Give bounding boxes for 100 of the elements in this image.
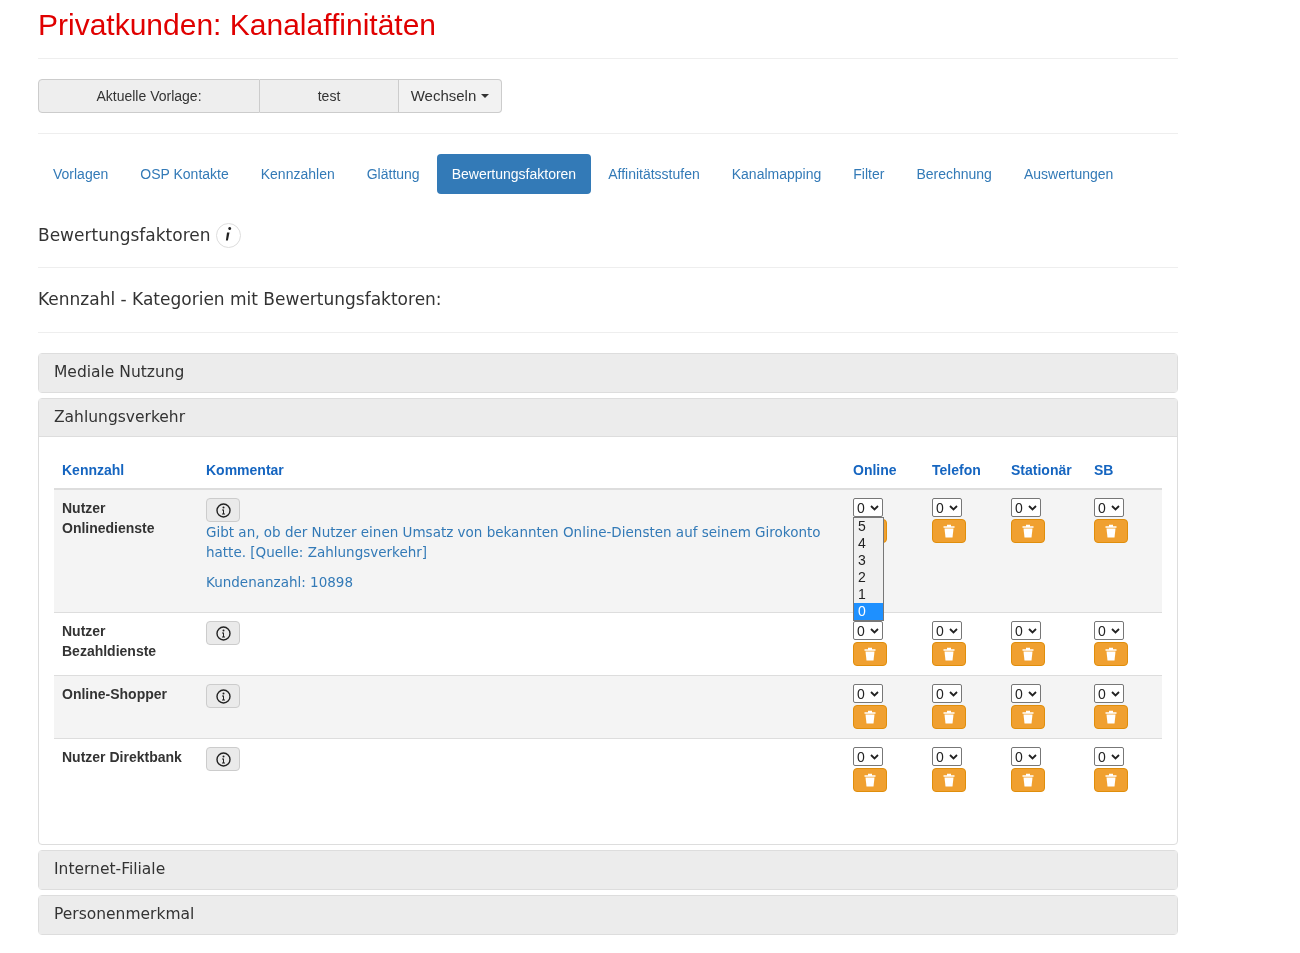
trash-icon [1105, 773, 1117, 787]
tab[interactable]: Kanalmapping [716, 154, 837, 194]
chevron-down-icon [1028, 753, 1037, 760]
tab[interactable]: Kennzahlen [245, 154, 350, 194]
section-heading: Bewertungsfaktoren [38, 224, 211, 247]
page-title: Privatkunden: Kanalaffinitäten [38, 7, 438, 43]
kennzahl-name: Nutzer Onlinedienste [62, 500, 155, 536]
panel-header[interactable]: Internet-Filiale [39, 851, 1177, 889]
chevron-down-icon [1028, 627, 1037, 634]
value-select[interactable]: 0 [853, 684, 883, 703]
delete-button[interactable] [932, 768, 966, 792]
delete-button[interactable] [1094, 768, 1128, 792]
trash-icon [1105, 524, 1117, 538]
info-icon[interactable] [215, 223, 241, 249]
value-select[interactable]: 0 [1094, 621, 1124, 640]
trash-icon [1022, 773, 1034, 787]
value-select[interactable]: 0 [932, 498, 962, 517]
chevron-down-icon [1111, 753, 1120, 760]
value-select[interactable]: 0 [1011, 621, 1041, 640]
dropdown-option[interactable]: 1 [854, 586, 883, 603]
panel-header[interactable]: Zahlungsverkehr [39, 399, 1177, 437]
tab[interactable]: Berechnung [901, 154, 1007, 194]
delete-button[interactable] [1011, 642, 1045, 666]
value-select[interactable]: 0 [853, 498, 883, 517]
customer-count: Kundenanzahl: 10898 [206, 573, 354, 592]
info-icon [215, 688, 231, 704]
delete-button[interactable] [932, 519, 966, 543]
info-icon [215, 625, 231, 641]
trash-icon [1022, 647, 1034, 661]
tab[interactable]: Bewertungsfaktoren [436, 154, 592, 194]
chevron-down-icon [870, 753, 879, 760]
value-select[interactable]: 0 [853, 621, 883, 640]
caret-icon [481, 94, 490, 98]
chevron-down-icon [949, 690, 958, 697]
info-button[interactable] [206, 621, 240, 645]
info-button[interactable] [206, 498, 240, 522]
chevron-down-icon [870, 627, 879, 634]
delete-button[interactable] [1011, 519, 1045, 543]
value-select[interactable]: 0 [932, 747, 962, 766]
dropdown-option[interactable]: 3 [854, 552, 883, 569]
chevron-down-icon [1028, 504, 1037, 511]
column-header: Kennzahl [62, 461, 125, 478]
tab[interactable]: Vorlagen [38, 154, 124, 194]
chevron-down-icon [1111, 627, 1120, 634]
chevron-down-icon [1111, 504, 1120, 511]
panel-header[interactable]: Personenmerkmal [39, 896, 1177, 934]
chevron-down-icon [949, 753, 958, 760]
delete-button[interactable] [932, 642, 966, 666]
delete-button[interactable] [1094, 705, 1128, 729]
column-header: Kommentar [206, 461, 284, 478]
info-button[interactable] [206, 684, 240, 708]
info-icon [215, 751, 231, 767]
delete-button[interactable] [1094, 519, 1128, 543]
value-select[interactable]: 0 [1011, 747, 1041, 766]
delete-button[interactable] [1094, 642, 1128, 666]
panel-header[interactable]: Mediale Nutzung [39, 354, 1177, 392]
trash-icon [864, 773, 876, 787]
template-label: Aktuelle Vorlage: [38, 79, 260, 113]
comment-text: Gibt an, ob der Nutzer einen Umsatz von bekannten Online-Diensten auf seinem Girokonto hatte. [Quelle: Zahlungsverkehr] [206, 523, 822, 562]
chevron-down-icon [1028, 690, 1037, 697]
dropdown-option[interactable]: 2 [854, 569, 883, 586]
switch-button[interactable]: Wechseln [399, 79, 502, 113]
tab[interactable]: Affinitätsstufen [593, 154, 715, 194]
value-select[interactable]: 0 [932, 684, 962, 703]
trash-icon [943, 773, 955, 787]
dropdown-option[interactable]: 5 [854, 518, 883, 535]
delete-button[interactable] [853, 642, 887, 666]
kennzahl-name: Nutzer Bezahldienste [62, 623, 157, 659]
info-button[interactable] [206, 747, 240, 771]
info-icon [215, 502, 231, 518]
column-header: SB [1094, 461, 1114, 478]
value-select[interactable]: 0 [1094, 684, 1124, 703]
delete-button[interactable] [853, 768, 887, 792]
delete-button[interactable] [853, 705, 887, 729]
value-select[interactable]: 0 [1094, 747, 1124, 766]
trash-icon [1022, 524, 1034, 538]
dropdown-option[interactable]: 4 [854, 535, 883, 552]
value-select[interactable]: 0 [1094, 498, 1124, 517]
delete-button[interactable] [932, 705, 966, 729]
chevron-down-icon [870, 504, 879, 511]
value-select[interactable]: 0 [853, 747, 883, 766]
trash-icon [1105, 647, 1117, 661]
value-select[interactable]: 0 [932, 621, 962, 640]
value-select[interactable]: 0 [1011, 684, 1041, 703]
trash-icon [1105, 710, 1117, 724]
column-header: Online [853, 461, 897, 478]
trash-icon [1022, 710, 1034, 724]
chevron-down-icon [1111, 690, 1120, 697]
delete-button[interactable] [1011, 705, 1045, 729]
delete-button[interactable] [1011, 768, 1045, 792]
trash-icon [943, 647, 955, 661]
template-value: test [260, 79, 399, 113]
subheading: Kennzahl - Kategorien mit Bewertungsfaktoren: [38, 286, 1178, 333]
tab[interactable]: Auswertungen [1008, 154, 1129, 194]
tab[interactable]: Glättung [351, 154, 435, 194]
tab[interactable]: OSP Kontakte [125, 154, 244, 194]
tab[interactable]: Filter [838, 154, 900, 194]
trash-icon [864, 710, 876, 724]
column-header: Telefon [932, 461, 981, 478]
value-select[interactable]: 0 [1011, 498, 1041, 517]
